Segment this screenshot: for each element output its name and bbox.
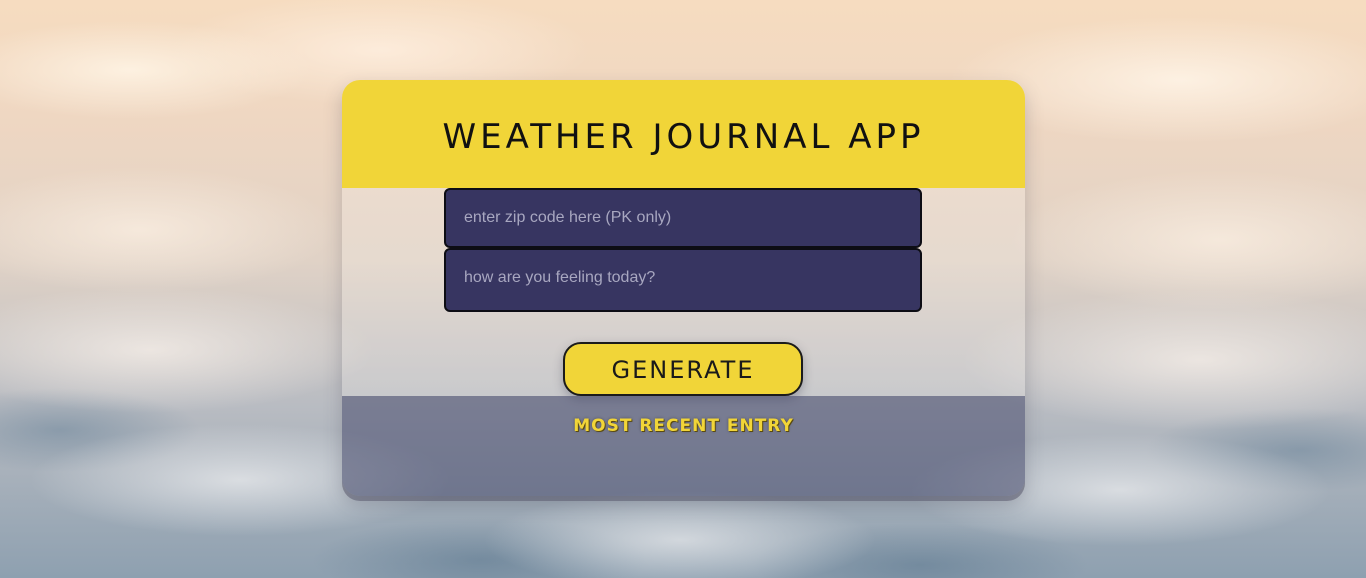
feelings-input[interactable]	[444, 248, 922, 312]
card-header: WEATHER JOURNAL APP	[342, 80, 1025, 188]
generate-button[interactable]: GENERATE	[563, 342, 803, 396]
recent-entry-title: MOST RECENT ENTRY	[573, 416, 794, 436]
entry-form: GENERATE	[342, 188, 1025, 396]
recent-entry-section: MOST RECENT ENTRY	[342, 396, 1025, 496]
zip-input[interactable]	[444, 188, 922, 248]
entry-holder	[342, 442, 1025, 492]
app-title: WEATHER JOURNAL APP	[442, 117, 925, 157]
journal-card: WEATHER JOURNAL APP GENERATE MOST RECENT…	[342, 80, 1025, 496]
